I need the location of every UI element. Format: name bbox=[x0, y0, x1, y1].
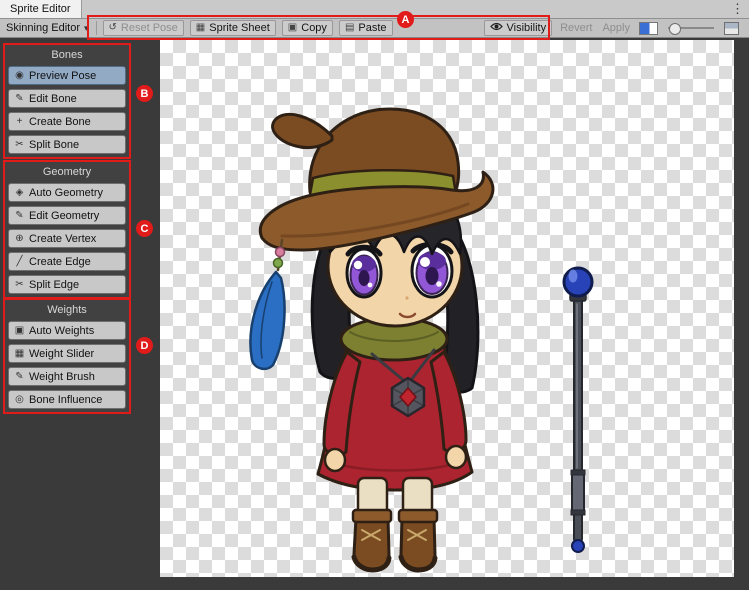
sprite-editor-window: Sprite Editor ⋮ Skinning Editor ▾ ↺ Rese… bbox=[0, 0, 749, 590]
sprite-editor-tab[interactable]: Sprite Editor bbox=[0, 0, 82, 18]
bone-influence-button[interactable]: ◎ Bone Influence bbox=[8, 390, 126, 409]
weight-slider-icon: ▦ bbox=[14, 348, 25, 359]
mode-dropdown-label: Skinning Editor bbox=[6, 22, 80, 34]
overlay-opacity-slider[interactable] bbox=[668, 27, 714, 29]
weight-brush-icon: ✎ bbox=[14, 371, 25, 382]
visibility-button[interactable]: Visibility bbox=[484, 20, 553, 36]
apply-button[interactable]: Apply bbox=[598, 22, 634, 34]
left-eye bbox=[347, 247, 381, 297]
weights-panel: Weights ▣ Auto Weights ▦ Weight Slider ✎… bbox=[3, 298, 131, 414]
bones-panel-title: Bones bbox=[8, 48, 126, 63]
annotation-label-d: D bbox=[136, 337, 153, 354]
split-edge-icon: ✂ bbox=[14, 279, 25, 290]
sprite-sheet-button[interactable]: ▦ Sprite Sheet bbox=[190, 20, 276, 36]
auto-geometry-icon: ◈ bbox=[14, 187, 25, 198]
title-bar: Sprite Editor ⋮ bbox=[0, 0, 749, 19]
split-bone-button[interactable]: ✂ Split Bone bbox=[8, 135, 126, 154]
auto-weights-icon: ▣ bbox=[14, 325, 25, 336]
edit-geometry-icon: ✎ bbox=[14, 210, 25, 221]
create-edge-icon: ╱ bbox=[14, 256, 25, 267]
weight-slider-button[interactable]: ▦ Weight Slider bbox=[8, 344, 126, 363]
bone-color-swatch[interactable] bbox=[639, 22, 658, 35]
paste-button[interactable]: ▤ Paste bbox=[339, 20, 393, 36]
paste-icon: ▤ bbox=[345, 23, 354, 33]
overflow-menu-icon[interactable]: ⋮ bbox=[731, 1, 744, 17]
tab-title: Sprite Editor bbox=[10, 3, 71, 15]
chevron-down-icon: ▾ bbox=[84, 23, 89, 34]
copy-button[interactable]: ▣ Copy bbox=[282, 20, 333, 36]
annotation-label-b: B bbox=[136, 85, 153, 102]
create-bone-icon: + bbox=[14, 116, 25, 127]
grid-toggle-icon[interactable] bbox=[724, 22, 739, 35]
weights-panel-title: Weights bbox=[8, 303, 126, 318]
auto-geometry-button[interactable]: ◈ Auto Geometry bbox=[8, 183, 126, 202]
reset-pose-icon: ↺ bbox=[109, 23, 117, 33]
split-edge-button[interactable]: ✂ Split Edge bbox=[8, 275, 126, 294]
create-edge-button[interactable]: ╱ Create Edge bbox=[8, 252, 126, 271]
sprite-sheet-icon: ▦ bbox=[196, 23, 205, 33]
create-vertex-icon: ⊕ bbox=[14, 233, 25, 244]
bone-influence-icon: ◎ bbox=[14, 394, 25, 405]
auto-weights-button[interactable]: ▣ Auto Weights bbox=[8, 321, 126, 340]
preview-pose-button[interactable]: ◉ Preview Pose bbox=[8, 66, 126, 85]
split-bone-icon: ✂ bbox=[14, 139, 25, 150]
geometry-panel-title: Geometry bbox=[8, 165, 126, 180]
mode-dropdown[interactable]: Skinning Editor ▾ bbox=[2, 19, 93, 37]
create-vertex-button[interactable]: ⊕ Create Vertex bbox=[8, 229, 126, 248]
slider-knob[interactable] bbox=[669, 23, 681, 35]
edit-geometry-button[interactable]: ✎ Edit Geometry bbox=[8, 206, 126, 225]
create-bone-button[interactable]: + Create Bone bbox=[8, 112, 126, 131]
edit-bone-icon: ✎ bbox=[14, 93, 25, 104]
sprite-canvas[interactable] bbox=[160, 40, 734, 577]
revert-button[interactable]: Revert bbox=[556, 22, 596, 34]
visibility-eye-icon bbox=[490, 22, 503, 34]
annotation-label-c: C bbox=[136, 220, 153, 237]
reset-pose-button[interactable]: ↺ Reset Pose bbox=[103, 20, 184, 36]
preview-pose-icon: ◉ bbox=[14, 70, 25, 81]
copy-icon: ▣ bbox=[288, 23, 297, 33]
toolbar-separator bbox=[96, 21, 97, 35]
bones-panel: Bones ◉ Preview Pose ✎ Edit Bone + Creat… bbox=[3, 43, 131, 159]
weight-brush-button[interactable]: ✎ Weight Brush bbox=[8, 367, 126, 386]
toolbar: Skinning Editor ▾ ↺ Reset Pose ▦ Sprite … bbox=[0, 19, 749, 38]
cube-pendant bbox=[392, 378, 424, 416]
geometry-panel: Geometry ◈ Auto Geometry ✎ Edit Geometry… bbox=[3, 160, 131, 299]
character-sprite bbox=[160, 40, 734, 577]
edit-bone-button[interactable]: ✎ Edit Bone bbox=[8, 89, 126, 108]
staff-sprite bbox=[564, 268, 592, 552]
hat-charm bbox=[250, 240, 284, 369]
